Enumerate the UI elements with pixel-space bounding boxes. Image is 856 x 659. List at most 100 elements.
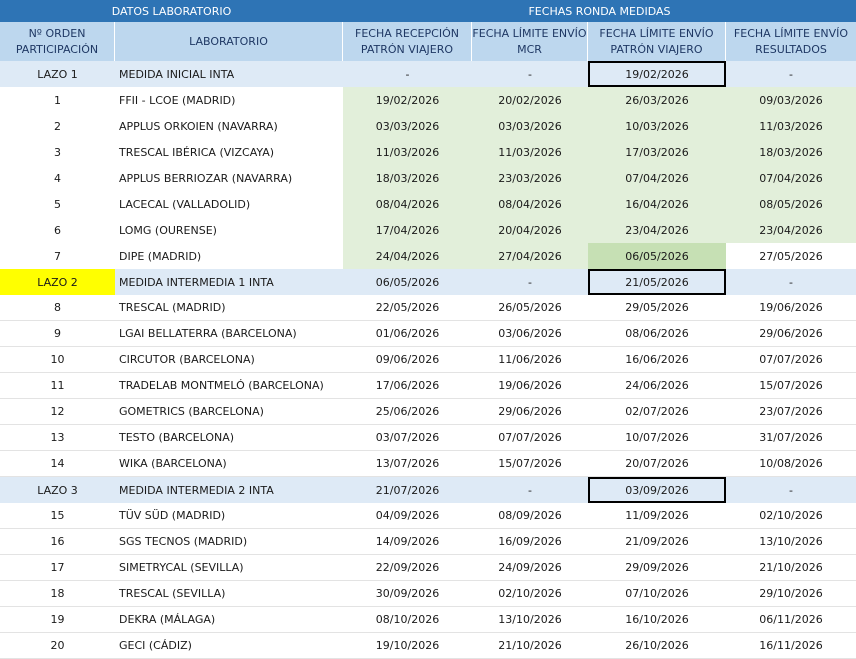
cell-order[interactable]: 3 bbox=[0, 139, 115, 165]
cell-lab[interactable]: TÜV SÜD (MADRID) bbox=[115, 503, 343, 529]
cell-results[interactable]: 15/07/2026 bbox=[726, 373, 856, 399]
cell-send-pattern[interactable]: 16/06/2026 bbox=[588, 347, 726, 373]
cell-mcr[interactable]: 13/10/2026 bbox=[472, 607, 588, 633]
cell-results[interactable]: 02/10/2026 bbox=[726, 503, 856, 529]
cell-mcr[interactable]: - bbox=[472, 61, 588, 87]
cell-mcr[interactable]: 20/04/2026 bbox=[472, 217, 588, 243]
cell-reception[interactable]: 19/02/2026 bbox=[343, 87, 472, 113]
cell-send-pattern[interactable]: 24/06/2026 bbox=[588, 373, 726, 399]
cell-results[interactable]: - bbox=[726, 477, 856, 503]
cell-lab[interactable]: GECI (CÁDIZ) bbox=[115, 633, 343, 659]
cell-lab[interactable]: TESTO (BARCELONA) bbox=[115, 425, 343, 451]
cell-send-pattern[interactable]: 20/07/2026 bbox=[588, 451, 726, 477]
cell-mcr[interactable]: 24/09/2026 bbox=[472, 555, 588, 581]
cell-mcr[interactable]: 15/07/2026 bbox=[472, 451, 588, 477]
cell-results[interactable]: 09/03/2026 bbox=[726, 87, 856, 113]
cell-send-pattern[interactable]: 17/03/2026 bbox=[588, 139, 726, 165]
cell-send-pattern[interactable]: 10/07/2026 bbox=[588, 425, 726, 451]
cell-mcr[interactable]: 07/07/2026 bbox=[472, 425, 588, 451]
cell-order[interactable]: 13 bbox=[0, 425, 115, 451]
cell-mcr[interactable]: 08/04/2026 bbox=[472, 191, 588, 217]
cell-lab[interactable]: APPLUS ORKOIEN (NAVARRA) bbox=[115, 113, 343, 139]
cell-results[interactable]: 23/07/2026 bbox=[726, 399, 856, 425]
cell-mcr[interactable]: 16/09/2026 bbox=[472, 529, 588, 555]
cell-lab[interactable]: WIKA (BARCELONA) bbox=[115, 451, 343, 477]
cell-order[interactable]: 17 bbox=[0, 555, 115, 581]
cell-lab[interactable]: TRESCAL (MADRID) bbox=[115, 295, 343, 321]
cell-reception[interactable]: 08/04/2026 bbox=[343, 191, 472, 217]
cell-order[interactable]: 18 bbox=[0, 581, 115, 607]
cell-mcr[interactable]: 23/03/2026 bbox=[472, 165, 588, 191]
cell-results[interactable]: 21/10/2026 bbox=[726, 555, 856, 581]
cell-reception[interactable]: 22/05/2026 bbox=[343, 295, 472, 321]
cell-order[interactable]: 15 bbox=[0, 503, 115, 529]
cell-lab[interactable]: SGS TECNOS (MADRID) bbox=[115, 529, 343, 555]
cell-mcr[interactable]: 21/10/2026 bbox=[472, 633, 588, 659]
cell-lab[interactable]: DIPE (MADRID) bbox=[115, 243, 343, 269]
cell-order[interactable]: 11 bbox=[0, 373, 115, 399]
header-results[interactable]: FECHA LÍMITE ENVÍO RESULTADOS bbox=[726, 22, 856, 61]
cell-send-pattern[interactable]: 10/03/2026 bbox=[588, 113, 726, 139]
cell-reception[interactable]: 13/07/2026 bbox=[343, 451, 472, 477]
cell-send-pattern[interactable]: 26/10/2026 bbox=[588, 633, 726, 659]
cell-order[interactable]: 14 bbox=[0, 451, 115, 477]
cell-reception[interactable]: 22/09/2026 bbox=[343, 555, 472, 581]
cell-results[interactable]: 16/11/2026 bbox=[726, 633, 856, 659]
cell-mcr[interactable]: 03/06/2026 bbox=[472, 321, 588, 347]
cell-order[interactable]: 4 bbox=[0, 165, 115, 191]
cell-reception[interactable]: 17/06/2026 bbox=[343, 373, 472, 399]
cell-order[interactable]: 8 bbox=[0, 295, 115, 321]
cell-order[interactable]: LAZO 3 bbox=[0, 477, 115, 503]
cell-results[interactable]: 07/07/2026 bbox=[726, 347, 856, 373]
cell-send-pattern[interactable]: 06/05/2026 bbox=[588, 243, 726, 269]
cell-lab[interactable]: SIMETRYCAL (SEVILLA) bbox=[115, 555, 343, 581]
cell-mcr[interactable]: 20/02/2026 bbox=[472, 87, 588, 113]
cell-lab[interactable]: CIRCUTOR (BARCELONA) bbox=[115, 347, 343, 373]
cell-lab[interactable]: LGAI BELLATERRA (BARCELONA) bbox=[115, 321, 343, 347]
cell-send-pattern[interactable]: 11/09/2026 bbox=[588, 503, 726, 529]
cell-reception[interactable]: 03/03/2026 bbox=[343, 113, 472, 139]
header-lab[interactable]: LABORATORIO bbox=[115, 22, 343, 61]
cell-results[interactable]: 23/04/2026 bbox=[726, 217, 856, 243]
cell-lab[interactable]: LACECAL (VALLADOLID) bbox=[115, 191, 343, 217]
cell-send-pattern[interactable]: 29/09/2026 bbox=[588, 555, 726, 581]
cell-results[interactable]: 27/05/2026 bbox=[726, 243, 856, 269]
cell-order[interactable]: LAZO 1 bbox=[0, 61, 115, 87]
cell-results[interactable]: - bbox=[726, 269, 856, 295]
cell-results[interactable]: 19/06/2026 bbox=[726, 295, 856, 321]
cell-reception[interactable]: 06/05/2026 bbox=[343, 269, 472, 295]
cell-results[interactable]: 29/10/2026 bbox=[726, 581, 856, 607]
cell-send-pattern[interactable]: 02/07/2026 bbox=[588, 399, 726, 425]
cell-results[interactable]: 29/06/2026 bbox=[726, 321, 856, 347]
cell-lab[interactable]: GOMETRICS (BARCELONA) bbox=[115, 399, 343, 425]
cell-mcr[interactable]: 03/03/2026 bbox=[472, 113, 588, 139]
cell-reception[interactable]: 08/10/2026 bbox=[343, 607, 472, 633]
cell-results[interactable]: 11/03/2026 bbox=[726, 113, 856, 139]
cell-reception[interactable]: 24/04/2026 bbox=[343, 243, 472, 269]
cell-results[interactable]: 08/05/2026 bbox=[726, 191, 856, 217]
cell-reception[interactable]: 18/03/2026 bbox=[343, 165, 472, 191]
cell-order[interactable]: 9 bbox=[0, 321, 115, 347]
cell-order[interactable]: 7 bbox=[0, 243, 115, 269]
header-mcr[interactable]: FECHA LÍMITE ENVÍO MCR bbox=[472, 22, 588, 61]
cell-mcr[interactable]: - bbox=[472, 269, 588, 295]
cell-lab[interactable]: FFII - LCOE (MADRID) bbox=[115, 87, 343, 113]
cell-send-pattern[interactable]: 21/09/2026 bbox=[588, 529, 726, 555]
cell-results[interactable]: 13/10/2026 bbox=[726, 529, 856, 555]
cell-send-pattern[interactable]: 23/04/2026 bbox=[588, 217, 726, 243]
cell-send-pattern[interactable]: 21/05/2026 bbox=[588, 269, 726, 295]
cell-lab[interactable]: DEKRA (MÁLAGA) bbox=[115, 607, 343, 633]
cell-send-pattern[interactable]: 08/06/2026 bbox=[588, 321, 726, 347]
cell-results[interactable]: 10/08/2026 bbox=[726, 451, 856, 477]
cell-mcr[interactable]: 11/03/2026 bbox=[472, 139, 588, 165]
cell-lab[interactable]: MEDIDA INTERMEDIA 2 INTA bbox=[115, 477, 343, 503]
cell-reception[interactable]: 19/10/2026 bbox=[343, 633, 472, 659]
cell-results[interactable]: 18/03/2026 bbox=[726, 139, 856, 165]
cell-send-pattern[interactable]: 03/09/2026 bbox=[588, 477, 726, 503]
cell-reception[interactable]: 14/09/2026 bbox=[343, 529, 472, 555]
cell-order[interactable]: 12 bbox=[0, 399, 115, 425]
cell-lab[interactable]: TRADELAB MONTMELÓ (BARCELONA) bbox=[115, 373, 343, 399]
cell-results[interactable]: - bbox=[726, 61, 856, 87]
cell-send-pattern[interactable]: 07/04/2026 bbox=[588, 165, 726, 191]
cell-mcr[interactable]: 19/06/2026 bbox=[472, 373, 588, 399]
